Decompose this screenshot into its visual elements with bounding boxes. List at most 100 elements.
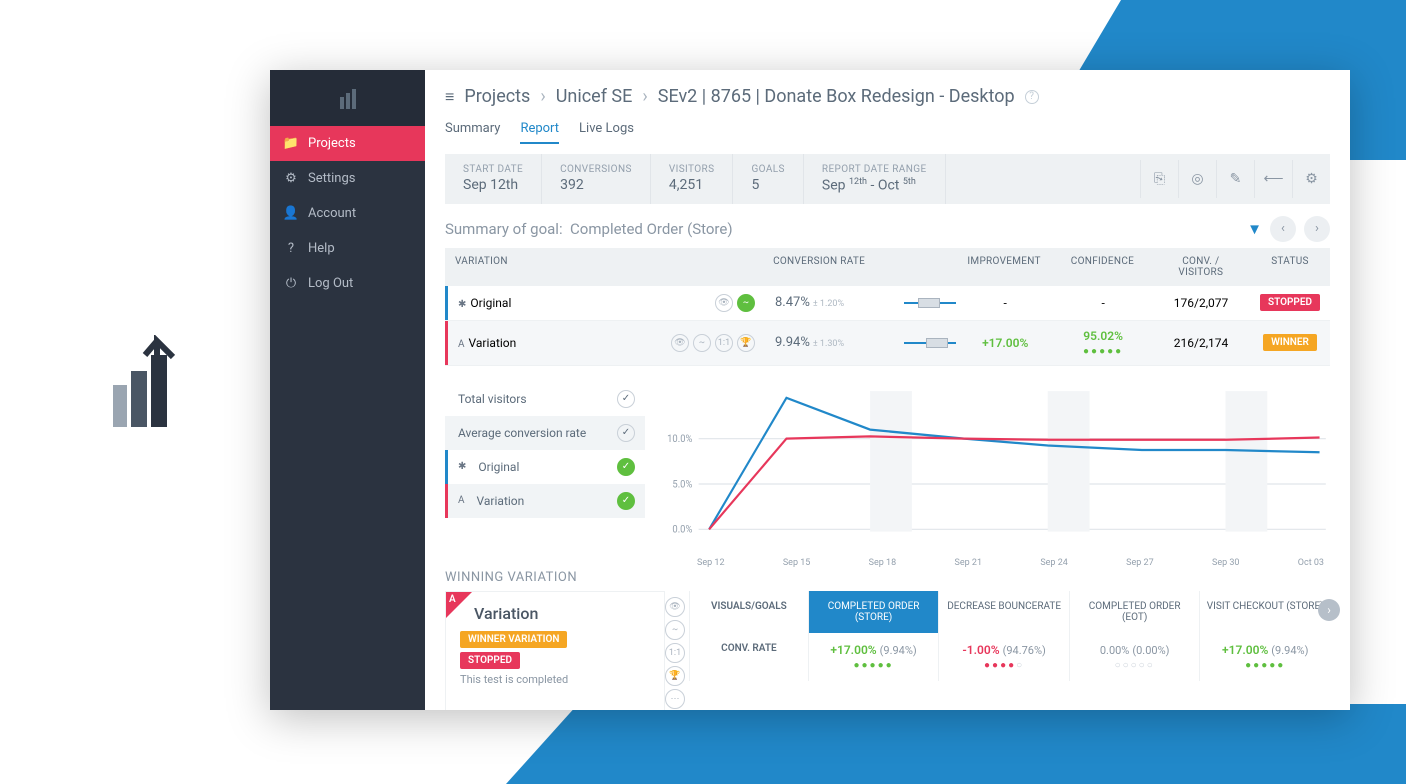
boxplot-icon [904, 298, 956, 308]
stat-conversions: CONVERSIONS 392 [542, 154, 651, 204]
help-icon: ? [284, 242, 298, 256]
target-icon[interactable]: ◎ [1178, 160, 1216, 198]
eye-icon[interactable]: 👁 [665, 597, 685, 617]
breadcrumb-l2: SEv2 | 8765 | Donate Box Redesign - Desk… [658, 86, 1015, 107]
corner-badge: A [446, 592, 472, 618]
sidebar-item-label: Projects [308, 136, 356, 151]
goals-table: VISUALS/GOALS COMPLETED ORDER (STORE) DE… [689, 591, 1330, 710]
chevron-down-icon[interactable]: ▼ [1247, 220, 1262, 238]
chart-icon[interactable]: ~ [665, 620, 685, 640]
eye-icon[interactable]: 👁 [715, 294, 733, 312]
power-icon: ⏻ [284, 277, 298, 291]
sidebar-item-label: Help [308, 241, 335, 256]
sidebar-logo [270, 70, 425, 126]
share-icon[interactable]: ⟵ [1254, 160, 1292, 198]
status-badge: WINNER [1263, 334, 1317, 351]
prev-goal-button[interactable]: ‹ [1270, 216, 1296, 242]
sidebar-item-account[interactable]: 👤 Account [270, 196, 425, 231]
breadcrumb-l1[interactable]: Unicef SE [556, 86, 633, 107]
bg-shape-bottom [506, 704, 1406, 784]
tab-summary[interactable]: Summary [445, 115, 500, 144]
chevron-right-icon: › [642, 86, 647, 107]
trophy-icon[interactable]: 🏆 [737, 334, 755, 352]
check-icon: ✓ [617, 424, 635, 442]
svg-text:0.0%: 0.0% [672, 524, 692, 535]
tab-bar: Summary Report Live Logs [425, 115, 1350, 144]
next-goal-button[interactable]: › [1304, 216, 1330, 242]
winning-card-name: Variation [474, 604, 650, 623]
hamburger-icon[interactable]: ≡ [445, 87, 454, 107]
variation-marker-icon: A [458, 339, 465, 350]
gear-icon[interactable]: ⚙ [1292, 160, 1330, 198]
winning-section: A Variation WINNER VARIATION STOPPED Thi… [445, 591, 1330, 710]
chevron-right-icon: › [540, 86, 545, 107]
conversion-chart: 0.0% 5.0% 10.0% Sep 12 Sep 15 Sep 18 Sep… [661, 382, 1330, 552]
chart-legend: Total visitors✓ Average conversion rate✓… [445, 382, 645, 552]
winner-variation-badge: WINNER VARIATION [460, 631, 567, 648]
sidebar-item-label: Account [308, 206, 356, 221]
stat-visitors: VISITORS 4,251 [651, 154, 734, 204]
info-icon[interactable]: ? [1025, 90, 1039, 104]
table-row: AVariation 👁 ~ 1:1 🏆 9.94%± 1.30% +17.00… [445, 321, 1330, 366]
sidebar-item-help[interactable]: ? Help [270, 231, 425, 266]
legend-total-visitors[interactable]: Total visitors✓ [445, 382, 645, 416]
goals-row: CONV. RATE +17.00% (9.94%)●●●●● -1.00% (… [689, 633, 1330, 681]
goal-tab[interactable]: VISIT CHECKOUT (STORE) [1199, 591, 1330, 633]
x-axis-ticks: Sep 12 Sep 15 Sep 18 Sep 21 Sep 24 Sep 2… [661, 556, 1330, 568]
legend-avg-conversion[interactable]: Average conversion rate✓ [445, 416, 645, 450]
stats-bar: START DATE Sep 12th CONVERSIONS 392 VISI… [445, 154, 1330, 204]
original-marker-icon: ✱ [458, 299, 466, 310]
check-icon: ✓ [617, 390, 635, 408]
goal-name: Completed Order (Store) [570, 220, 733, 238]
boxplot-icon [904, 338, 956, 348]
status-badge: STOPPED [1260, 294, 1320, 311]
goal-tab[interactable]: COMPLETED ORDER (STORE) [808, 591, 939, 633]
stats-actions: ⎘ ◎ ✎ ⟵ ⚙ [1140, 154, 1330, 204]
tab-report[interactable]: Report [520, 115, 559, 144]
app-window: 📁 Projects ⚙ Settings 👤 Account ? Help ⏻… [270, 70, 1350, 710]
legend-original[interactable]: ✱Original✓ [445, 450, 645, 484]
svg-text:5.0%: 5.0% [672, 479, 692, 490]
breadcrumb-root[interactable]: Projects [464, 86, 530, 107]
sidebar-item-label: Settings [308, 171, 355, 186]
ratio-icon[interactable]: 1:1 [665, 643, 685, 663]
trophy-icon[interactable]: 🏆 [665, 666, 685, 686]
stat-date-range: REPORT DATE RANGE Sep 12th - Oct 5th [804, 154, 946, 204]
legend-variation[interactable]: AVariation✓ [445, 484, 645, 518]
breadcrumb: ≡ Projects › Unicef SE › SEv2 | 8765 | D… [425, 70, 1350, 115]
tab-livelogs[interactable]: Live Logs [579, 115, 634, 144]
more-icon[interactable]: ⋯ [665, 689, 685, 709]
chart-icon[interactable]: ~ [737, 294, 755, 312]
sidebar-item-projects[interactable]: 📁 Projects [270, 126, 425, 161]
variations-table: VARIATION CONVERSION RATE IMPROVEMENT CO… [445, 248, 1330, 366]
check-icon: ✓ [617, 458, 635, 476]
sidebar-item-label: Log Out [308, 276, 353, 291]
chart-section: Total visitors✓ Average conversion rate✓… [445, 382, 1330, 552]
stat-start-date: START DATE Sep 12th [445, 154, 542, 204]
user-icon: 👤 [284, 207, 298, 221]
table-row: ✱Original 👁 ~ 8.47%± 1.20% - - 176/2,077… [445, 286, 1330, 321]
goals-header: VISUALS/GOALS COMPLETED ORDER (STORE) DE… [689, 591, 1330, 633]
ratio-icon[interactable]: 1:1 [715, 334, 733, 352]
goal-tab[interactable]: DECREASE BOUNCERATE [938, 591, 1069, 633]
sidebar-item-settings[interactable]: ⚙ Settings [270, 161, 425, 196]
eye-icon[interactable]: 👁 [671, 334, 689, 352]
chart-icon[interactable]: ~ [693, 334, 711, 352]
svg-text:10.0%: 10.0% [667, 433, 692, 444]
copy-icon[interactable]: ⎘ [1140, 160, 1178, 198]
edit-icon[interactable]: ✎ [1216, 160, 1254, 198]
sidebar-item-logout[interactable]: ⏻ Log Out [270, 266, 425, 301]
main-content: ≡ Projects › Unicef SE › SEv2 | 8765 | D… [425, 70, 1350, 710]
table-header: VARIATION CONVERSION RATE IMPROVEMENT CO… [445, 248, 1330, 286]
date-range-value: Sep 12th - Oct 5th [822, 177, 927, 194]
sidebar: 📁 Projects ⚙ Settings 👤 Account ? Help ⏻… [270, 70, 425, 710]
goal-summary: Summary of goal: Completed Order (Store)… [445, 216, 1330, 242]
stopped-badge: STOPPED [460, 652, 520, 669]
confidence-dots: ●●●●● [1083, 346, 1123, 357]
check-icon: ✓ [617, 492, 635, 510]
scroll-right-button[interactable]: › [1318, 599, 1340, 621]
goal-tab[interactable]: COMPLETED ORDER (EOT) [1069, 591, 1200, 633]
brand-logo [95, 335, 185, 445]
gears-icon: ⚙ [284, 172, 298, 186]
winning-note: This test is completed [460, 673, 650, 686]
